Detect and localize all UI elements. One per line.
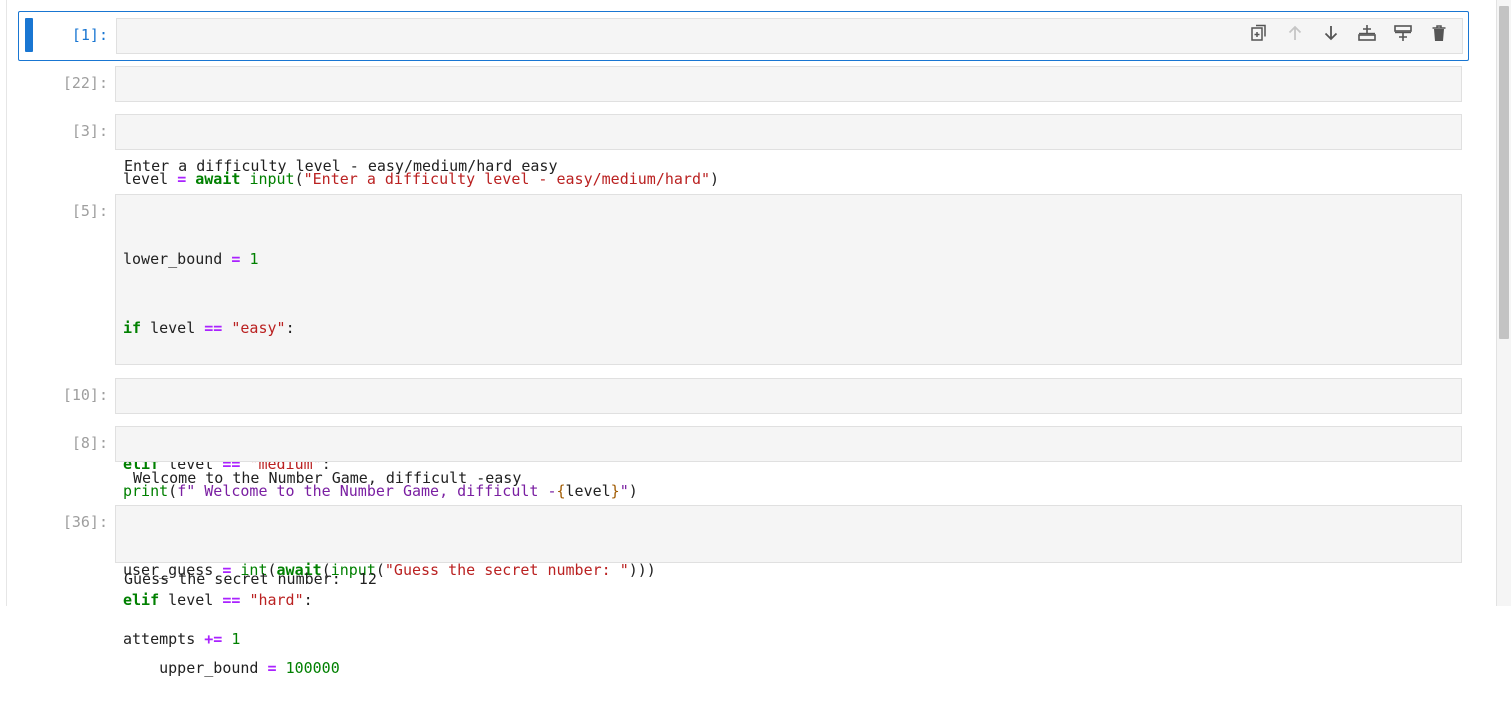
execution-count: [1]: xyxy=(71,26,108,44)
execution-count: [10]: xyxy=(62,386,108,404)
execution-count: [22]: xyxy=(62,74,108,92)
code-editor[interactable]: user_guess = int(await(input("Guess the … xyxy=(115,505,1462,648)
code-line: upper_bound = 100000 xyxy=(123,658,340,677)
insert-below-icon[interactable] xyxy=(1392,22,1414,44)
cell-output: Guess the secret number: 12 xyxy=(124,570,377,588)
left-gutter-line xyxy=(6,0,7,606)
code-line: if level == "easy": xyxy=(123,318,295,337)
code-editor[interactable]: attempts = 0 xyxy=(115,66,1462,140)
code-editor[interactable]: print(f" Welcome to the Number Game, dif… xyxy=(115,426,1462,500)
delete-cell-icon[interactable] xyxy=(1428,22,1450,44)
code-editor[interactable]: secret_number = random.randint(lower_bou… xyxy=(115,378,1462,452)
notebook-cell-6[interactable]: [8]: print(f" Welcome to the Number Game… xyxy=(18,426,1469,500)
execution-count: [8]: xyxy=(71,434,108,452)
notebook-cell-5[interactable]: [10]: secret_number = random.randint(low… xyxy=(18,378,1469,452)
execution-count: [5]: xyxy=(71,202,108,220)
execution-count: [36]: xyxy=(62,513,108,531)
cell-output: Enter a difficulty level - easy/medium/h… xyxy=(124,157,558,175)
code-line: lower_bound = 1 xyxy=(123,250,259,269)
scrollbar-thumb[interactable] xyxy=(1499,6,1509,339)
cell-toolbar xyxy=(1248,22,1450,44)
code-line: attempts += 1 xyxy=(123,629,241,648)
notebook-cell-7[interactable]: [36]: user_guess = int(await(input("Gues… xyxy=(18,505,1469,648)
insert-above-icon[interactable] xyxy=(1356,22,1378,44)
move-down-icon[interactable] xyxy=(1320,22,1342,44)
code-editor[interactable]: level = await input("Enter a difficulty … xyxy=(115,114,1462,188)
move-up-icon[interactable] xyxy=(1284,22,1306,44)
duplicate-cell-icon[interactable] xyxy=(1248,22,1270,44)
notebook-cell-3[interactable]: [3]: level = await input("Enter a diffic… xyxy=(18,114,1469,188)
notebook-cell-1[interactable]: [1]: import random xyxy=(18,11,1469,92)
notebook-cell-4[interactable]: [5]: lower_bound = 1 if level == "easy":… xyxy=(18,194,1469,677)
vertical-scrollbar[interactable] xyxy=(1496,0,1511,606)
execution-count: [3]: xyxy=(71,122,108,140)
code-editor[interactable]: lower_bound = 1 if level == "easy": uppe… xyxy=(115,194,1462,677)
notebook-cell-2[interactable]: [22]: attempts = 0 xyxy=(18,66,1469,140)
cell-output: Welcome to the Number Game, difficult -e… xyxy=(124,469,522,487)
